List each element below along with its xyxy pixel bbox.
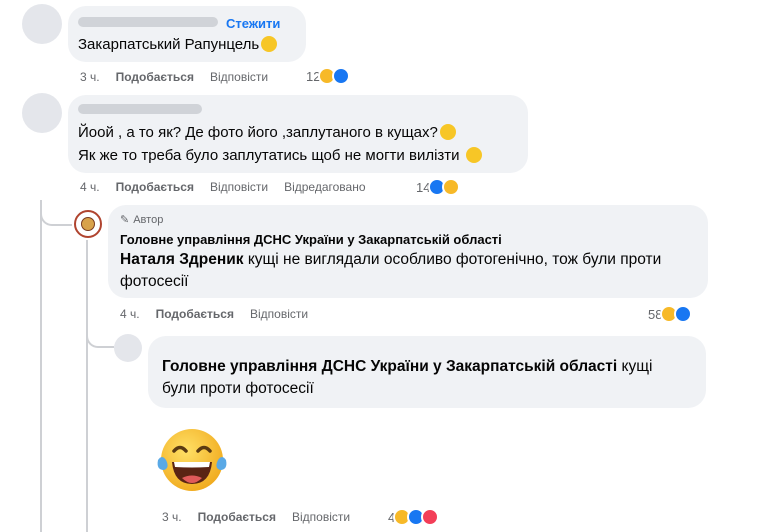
like-icon [332, 67, 351, 85]
thread-connector-nested [86, 320, 114, 348]
comment-actions: 3 ч. Подобається Відповісти [80, 70, 284, 84]
thinking-emoji-icon [465, 147, 482, 163]
emblem-icon [81, 217, 95, 231]
thread-line-author [86, 240, 88, 532]
timestamp[interactable]: 4 ч. [120, 307, 140, 321]
commenter-name[interactable] [78, 104, 202, 114]
like-button[interactable]: Подобається [156, 307, 234, 321]
reply-button[interactable]: Відповісти [292, 510, 350, 524]
comment-text: Закарпатський Рапунцель [78, 35, 278, 55]
page-avatar[interactable] [74, 210, 102, 238]
author-badge: ✎ Автор [120, 214, 164, 226]
reply-text-line-1: Головне управління ДСНС України у Закарп… [162, 358, 653, 375]
reply-button[interactable]: Відповісти [250, 307, 308, 321]
follow-link[interactable]: Стежити [226, 16, 280, 31]
reply-button[interactable]: Відповісти [210, 70, 268, 84]
comment-text-line-1: Йоой , а то як? Де фото його ,заплутаног… [78, 123, 456, 143]
reply-button[interactable]: Відповісти [210, 180, 268, 194]
timestamp[interactable]: 3 ч. [80, 70, 100, 84]
avatar[interactable] [114, 334, 142, 362]
reply-text-line-2: фотосесії [120, 273, 189, 290]
reply-text-line-1: Наталя Здреник кущі не виглядали особлив… [120, 251, 662, 268]
love-icon [421, 508, 440, 526]
comment-actions: 4 ч. Подобається Відповісти [120, 307, 324, 321]
thread-line-main [40, 200, 42, 532]
avatar[interactable] [22, 4, 62, 44]
reaction-summary[interactable]: 14 [416, 178, 461, 196]
mention-link[interactable]: Наталя Здреник [120, 251, 244, 268]
haha-icon [442, 178, 461, 196]
reaction-summary[interactable]: 4 [388, 508, 440, 526]
laughing-tears-emoji [152, 424, 232, 496]
avatar[interactable] [22, 93, 62, 133]
reply-text-line-2: були проти фотосесії [162, 380, 314, 397]
reaction-summary[interactable]: 58 [648, 305, 693, 323]
like-button[interactable]: Подобається [116, 70, 194, 84]
timestamp[interactable]: 3 ч. [162, 510, 182, 524]
smiling-emoji-icon [439, 124, 456, 140]
like-button[interactable]: Подобається [116, 180, 194, 194]
comment-text-line-2: Як же то треба було заплутатись щоб не м… [78, 146, 482, 166]
mention-link[interactable]: Головне управління ДСНС України у Закарп… [162, 358, 617, 375]
timestamp[interactable]: 4 ч. [80, 180, 100, 194]
page-name[interactable]: Головне управління ДСНС України у Закарп… [120, 230, 502, 250]
laughing-emoji-icon [261, 36, 278, 52]
like-button[interactable]: Подобається [198, 510, 276, 524]
edited-label: Відредаговано [284, 180, 366, 194]
thread-connector-author [40, 200, 72, 226]
commenter-name[interactable] [78, 17, 218, 27]
comment-actions: 3 ч. Подобається Відповісти [162, 510, 366, 524]
pencil-icon: ✎ [120, 214, 130, 226]
like-icon [674, 305, 693, 323]
reaction-summary[interactable]: 12 [306, 67, 351, 85]
comment-actions: 4 ч. Подобається Відповісти Відредагован… [80, 180, 382, 194]
